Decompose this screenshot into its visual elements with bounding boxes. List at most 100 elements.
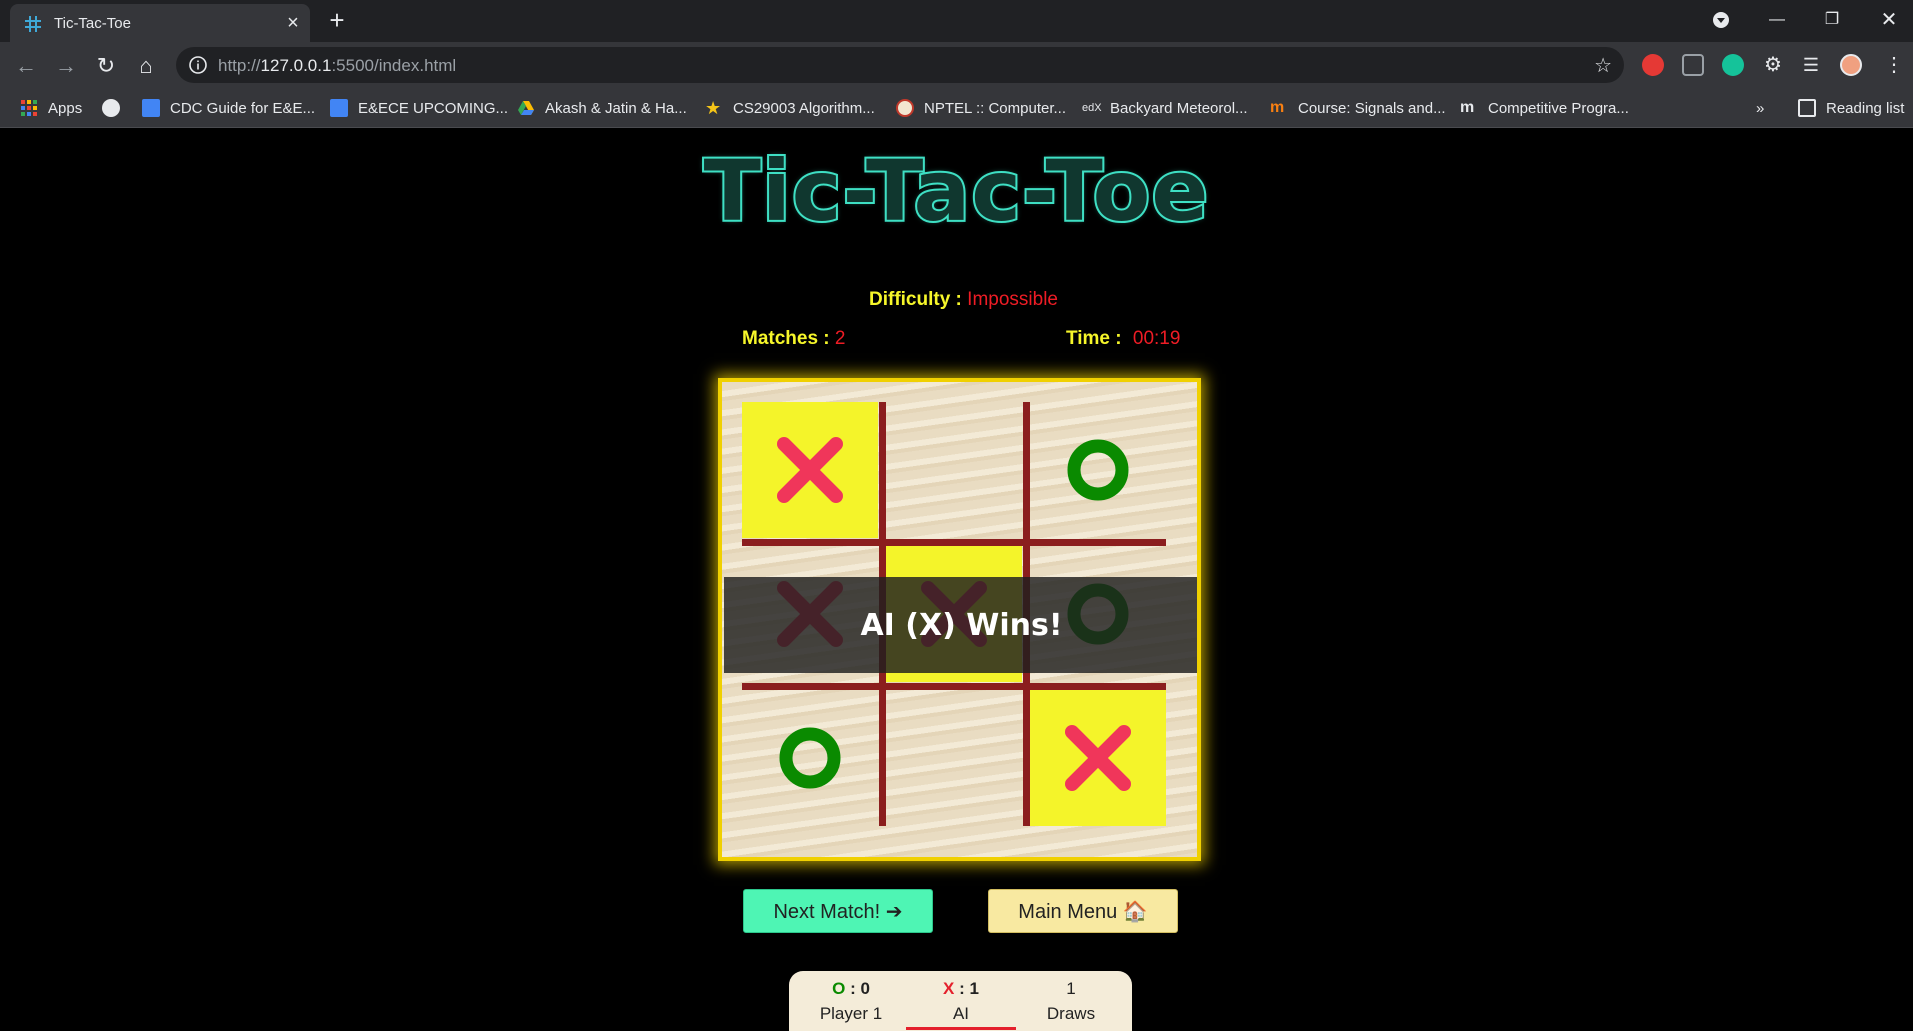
browser-toolbar: ← → ↻ ⌂ http://127.0.0.1:5500/index.html… xyxy=(0,42,1913,88)
board-cell[interactable] xyxy=(886,690,1022,826)
pocket-extension-icon[interactable] xyxy=(1682,54,1704,76)
reload-icon[interactable]: ↻ xyxy=(92,52,120,80)
bookmark-nptel[interactable]: NPTEL :: Computer... xyxy=(896,96,1066,120)
x-mark-icon xyxy=(777,437,843,503)
result-overlay: AI (X) Wins! xyxy=(724,577,1197,673)
minimize-icon[interactable]: — xyxy=(1762,8,1792,32)
bookmark-cs29003[interactable]: ★ CS29003 Algorithm... xyxy=(705,96,875,120)
score-player: O : 0 Player 1 xyxy=(796,977,906,1027)
grid-line xyxy=(742,539,1166,546)
ai-symbol: X xyxy=(943,979,955,998)
time-value: 00:19 xyxy=(1132,328,1181,349)
moodle-icon: m xyxy=(1270,99,1285,116)
active-turn-indicator xyxy=(906,1027,1016,1030)
chevron-double-right-icon: » xyxy=(1756,99,1765,117)
board-cell[interactable] xyxy=(742,690,878,826)
main-menu-button[interactable]: Main Menu 🏠 xyxy=(988,889,1178,933)
board-cell[interactable] xyxy=(886,402,1022,538)
bookmark-label: E&ECE UPCOMING... xyxy=(358,99,509,117)
google-docs-icon xyxy=(142,99,160,117)
bookmark-label: NPTEL :: Computer... xyxy=(924,99,1066,117)
reading-list-button[interactable]: Reading list xyxy=(1798,96,1904,120)
new-tab-icon[interactable]: + xyxy=(324,7,350,34)
difficulty-info: Difficulty : Impossible xyxy=(869,289,1058,311)
apps-grid-icon xyxy=(21,100,37,116)
bookmark-label: Competitive Progra... xyxy=(1488,99,1629,117)
bookmarks-overflow-button[interactable]: » xyxy=(1756,96,1764,120)
bookmark-label: CDC Guide for E&E... xyxy=(170,99,316,117)
next-match-button[interactable]: Next Match! ➔ xyxy=(743,889,933,933)
time-info: Time : 00:19 xyxy=(1066,328,1180,350)
difficulty-value: Impossible xyxy=(967,289,1058,310)
url-text: http://127.0.0.1:5500/index.html xyxy=(218,56,457,75)
extensions-puzzle-icon[interactable]: ⚙ xyxy=(1762,54,1784,76)
bookmark-label: Akash & Jatin & Ha... xyxy=(545,99,687,117)
bookmark-eece-upcoming[interactable]: E&ECE UPCOMING... xyxy=(330,96,508,120)
bookmark-apps[interactable]: Apps xyxy=(20,96,82,120)
time-label: Time : xyxy=(1066,328,1122,349)
avatar[interactable] xyxy=(1840,54,1862,76)
bookmark-cdc-guide[interactable]: CDC Guide for E&E... xyxy=(142,96,315,120)
score-ai: X : 1 AI xyxy=(906,977,1016,1027)
bookmark-backyard-meteorology[interactable]: edX Backyard Meteorol... xyxy=(1082,96,1248,120)
bookmark-globe[interactable] xyxy=(102,96,130,120)
medium-icon: m xyxy=(1460,99,1475,116)
player-score: : 0 xyxy=(850,979,870,998)
page-content: Tic-Tac-Toe Difficulty : Impossible Matc… xyxy=(0,128,1913,1031)
game-board: AI (X) Wins! xyxy=(718,378,1201,861)
forward-icon[interactable]: → xyxy=(52,52,80,80)
profile-menu-icon[interactable] xyxy=(1706,8,1736,32)
bookmark-competitive-programming[interactable]: m Competitive Progra... xyxy=(1460,96,1629,120)
bookmark-label: Apps xyxy=(48,99,83,117)
reading-list-label: Reading list xyxy=(1826,99,1905,117)
bookmarks-bar: Apps CDC Guide for E&E... E&ECE UPCOMING… xyxy=(0,88,1913,128)
media-control-icon[interactable]: ☰ xyxy=(1800,54,1822,76)
browser-tab-bar: Tic-Tac-Toe × + — ❐ ✕ xyxy=(0,0,1913,42)
ai-score: : 1 xyxy=(959,979,979,998)
reading-list-icon xyxy=(1798,99,1816,117)
bookmark-label: Backyard Meteorol... xyxy=(1110,99,1248,117)
matches-info: Matches : 2 xyxy=(742,328,846,350)
grid-line xyxy=(742,683,1166,690)
close-window-icon[interactable]: ✕ xyxy=(1874,8,1904,32)
o-mark-icon xyxy=(1067,439,1129,501)
board-cell[interactable] xyxy=(1030,690,1166,826)
back-icon[interactable]: ← xyxy=(12,52,40,80)
board-cell[interactable] xyxy=(1030,402,1166,538)
ai-name: AI xyxy=(952,1004,970,1023)
browser-tab[interactable]: Tic-Tac-Toe × xyxy=(10,4,310,42)
game-title: Tic-Tac-Toe xyxy=(702,140,1211,242)
adblock-extension-icon[interactable] xyxy=(1642,54,1664,76)
next-match-label: Next Match! ➔ xyxy=(773,900,903,923)
bookmark-label: CS29003 Algorithm... xyxy=(733,99,875,117)
scoreboard: O : 0 Player 1 X : 1 AI 1 Draws xyxy=(789,971,1132,1031)
grammarly-extension-icon[interactable] xyxy=(1722,54,1744,76)
site-info-icon[interactable] xyxy=(188,55,208,75)
close-tab-icon[interactable]: × xyxy=(282,12,304,34)
google-docs-icon xyxy=(330,99,348,117)
nptel-icon xyxy=(896,99,914,117)
star-icon: ★ xyxy=(705,98,722,118)
x-mark-icon xyxy=(1065,725,1131,791)
globe-icon xyxy=(102,99,120,117)
score-draws: 1 Draws xyxy=(1016,977,1126,1027)
player-name: Player 1 xyxy=(819,1004,883,1023)
address-bar[interactable]: http://127.0.0.1:5500/index.html ☆ xyxy=(176,47,1624,83)
home-icon[interactable]: ⌂ xyxy=(132,52,160,80)
result-text: AI (X) Wins! xyxy=(860,607,1063,643)
bookmark-label: Course: Signals and... xyxy=(1298,99,1446,117)
main-menu-label: Main Menu 🏠 xyxy=(1018,900,1148,923)
bookmark-signals-course[interactable]: m Course: Signals and... xyxy=(1270,96,1446,120)
bookmark-star-icon[interactable]: ☆ xyxy=(1594,53,1612,78)
draws-name: Draws xyxy=(1046,1004,1096,1023)
tic-tac-toe-favicon-icon xyxy=(25,16,41,32)
bookmark-akash-jatin[interactable]: Akash & Jatin & Ha... xyxy=(517,96,687,120)
board-cell[interactable] xyxy=(742,402,878,538)
edx-icon: edX xyxy=(1082,102,1102,114)
restore-icon[interactable]: ❐ xyxy=(1817,8,1847,32)
player-symbol: O xyxy=(832,979,846,998)
o-mark-icon xyxy=(779,727,841,789)
tab-title: Tic-Tac-Toe xyxy=(54,15,131,32)
browser-menu-icon[interactable]: ⋮ xyxy=(1884,54,1904,76)
google-drive-icon xyxy=(518,101,534,115)
